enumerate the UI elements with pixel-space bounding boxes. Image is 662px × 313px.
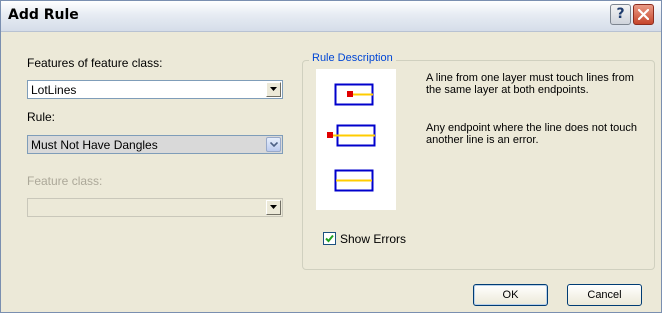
show-errors-checkbox[interactable] [323,232,336,245]
error-marker-1 [347,91,353,97]
rule-description-title: Rule Description [309,52,396,64]
check-icon [325,234,334,243]
help-button[interactable]: ? [610,4,631,25]
rule-description-text-2: Any endpoint where the line does not tou… [426,122,637,146]
chevron-down-icon [270,142,278,147]
rule-dropdown-button[interactable] [266,137,281,152]
help-icon: ? [616,6,625,22]
rule-preview [316,69,396,210]
feature-class-dropdown[interactable] [27,198,283,217]
features-label: Features of feature class: [27,56,163,70]
close-icon [638,9,649,20]
chevron-down-icon [270,205,277,209]
features-dropdown[interactable]: LotLines [27,80,283,99]
rule-label: Rule: [27,110,56,124]
features-dropdown-button[interactable] [266,82,281,97]
rule-dropdown[interactable]: Must Not Have Dangles [27,135,283,154]
chevron-down-icon [270,87,277,91]
show-errors-label: Show Errors [340,232,407,246]
features-value: LotLines [31,83,77,97]
rule-value: Must Not Have Dangles [31,138,158,152]
feature-class-dropdown-button[interactable] [266,200,281,215]
ok-button[interactable]: OK [473,284,548,306]
add-rule-dialog: Add Rule ? Features of feature class: Lo… [0,0,662,313]
error-marker-2 [327,132,333,138]
rule-diagram [327,83,376,192]
close-button[interactable] [633,4,654,25]
cancel-button[interactable]: Cancel [567,284,642,306]
dialog-title: Add Rule [8,7,79,23]
feature-class-label: Feature class: [27,174,103,188]
title-bar: Add Rule ? [1,1,661,32]
rule-description-text-1: A line from one layer must touch lines f… [426,72,634,96]
